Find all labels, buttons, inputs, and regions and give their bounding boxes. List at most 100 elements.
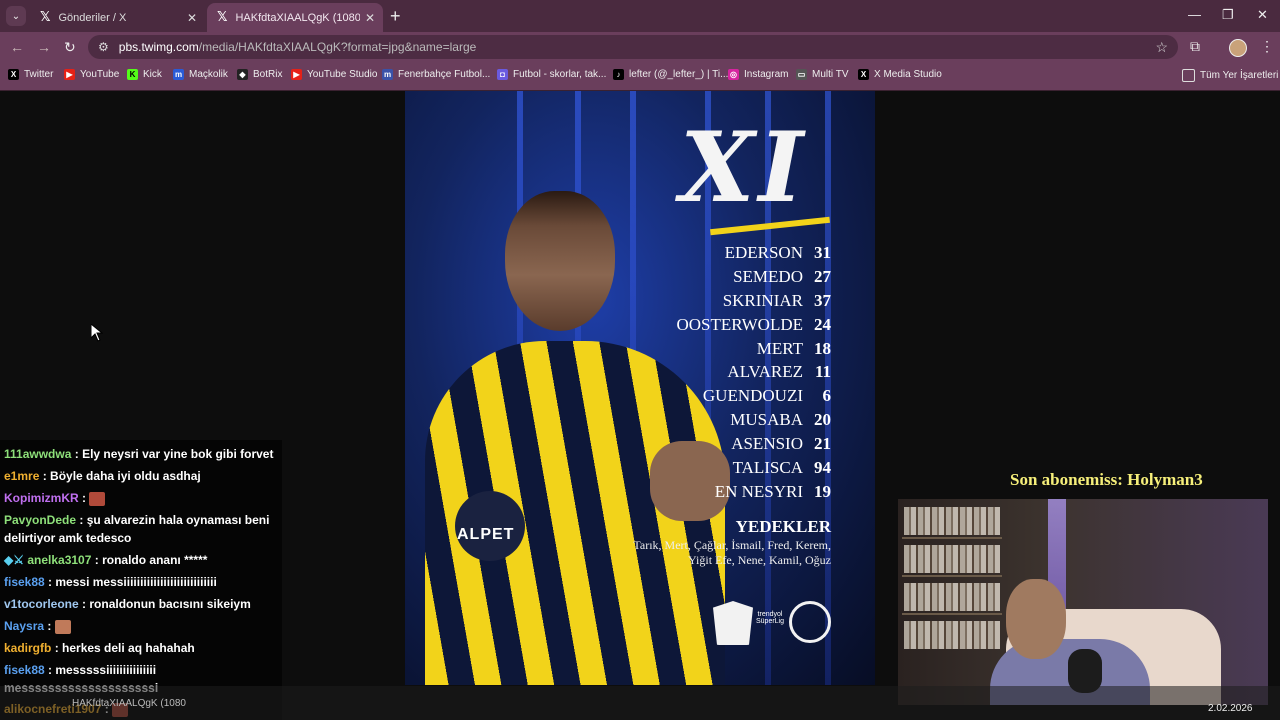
chat-message: fisek88 : messi messiiiiiiiiiiiiiiiiiiii… — [4, 575, 217, 589]
x-icon: X — [8, 69, 19, 80]
forward-button[interactable]: → — [37, 39, 51, 55]
taskbar — [0, 686, 1280, 720]
bookshelf — [904, 545, 1000, 573]
tab-media-image[interactable]: 𝕏 HAKfdtaXIAALQgK (1080×1350 ✕ — [207, 3, 383, 32]
chat-message: 111awwdwa : Ely neysri var yine bok gibi… — [4, 447, 274, 461]
lineup-row: TALISCA 94 — [732, 458, 831, 478]
tiktok-icon: ♪ — [613, 69, 624, 80]
bookshelf — [904, 621, 1000, 649]
x-logo-icon: 𝕏 — [217, 10, 228, 25]
mackolik-icon: m — [173, 69, 184, 80]
emote-icon — [54, 619, 71, 634]
league-logo-text: trendyol SüperLig — [755, 611, 785, 625]
shelf-line — [902, 575, 1002, 577]
club-crest-icon — [713, 601, 753, 645]
close-window-button[interactable]: ✕ — [1257, 7, 1268, 23]
lineup-row: OOSTERWOLDE 24 — [676, 314, 831, 334]
lineup-row: EN NESYRI 19 — [714, 481, 831, 501]
chat-message: kadirgfb : herkes deli aq hahahah — [4, 641, 195, 655]
x-logo-icon: 𝕏 — [40, 10, 51, 25]
back-button[interactable]: ← — [10, 39, 24, 55]
chat-message: fisek88 : messsssiiiiiiiiiiiiiii — [4, 663, 157, 677]
last-subscriber-text: Son abonemiss: Holyman3 — [1010, 470, 1203, 489]
lineup-row: MUSABA 20 — [730, 410, 831, 430]
bookmark-multitv[interactable]: ▭ Multi TV — [796, 69, 849, 80]
bookmarks-bar: X Twitter ▶ YouTube K Kick m Maçkolik ◆ BotRi… — [0, 62, 1280, 91]
tab-strip: ⌄ 𝕏 Gönderiler / X ✕ 𝕏 HAKfdtaXIAALQgK (… — [0, 0, 1280, 32]
all-bookmarks[interactable]: Tüm Yer İşaretleri — [1182, 69, 1278, 82]
url-host: pbs.twimg.com — [118, 40, 199, 54]
minimize-button[interactable]: — — [1188, 7, 1201, 22]
emote-icon — [89, 491, 106, 506]
bookmark-fenerbahce[interactable]: m Fenerbahçe Futbol... — [382, 69, 490, 80]
lineup-poster-image[interactable]: ALPET XI EDERSON 31 SEMEDO 27 SKRINIAR 37 O… — [405, 91, 875, 685]
badge-icon: ◆⚔ — [4, 553, 24, 567]
substitutes-title: YEDEKLER — [735, 517, 831, 536]
webcam-feed — [898, 499, 1268, 705]
close-tab-icon[interactable]: ✕ — [365, 11, 375, 25]
menu-icon[interactable]: ⋮ — [1260, 38, 1274, 55]
lineup-row: SKRINIAR 37 — [722, 290, 831, 310]
tab-search-button[interactable]: ⌄ — [6, 6, 26, 26]
tab-label: HAKfdtaXIAALQgK (1080×1350 — [235, 11, 361, 24]
chat-message: PavyonDede : şu alvarezin hala oynaması … — [4, 513, 270, 527]
bookmark-youtube[interactable]: ▶ YouTube — [64, 69, 119, 80]
tab-label: Gönderiler / X — [58, 11, 127, 24]
chat-message: e1mre : Böyle daha iyi oldu asdhaj — [4, 469, 201, 483]
chevron-down-icon: ⌄ — [11, 10, 21, 22]
bookmark-kick[interactable]: K Kick — [127, 69, 162, 80]
bookmark-instagram[interactable]: ◎ Instagram — [728, 69, 788, 80]
bookmark-mackolik[interactable]: m Maçkolik — [173, 69, 228, 80]
restore-button[interactable]: ❐ — [1222, 7, 1234, 23]
tab-gonderiler[interactable]: 𝕏 Gönderiler / X ✕ — [30, 3, 205, 32]
lineup-row: ASENSIO 21 — [731, 434, 831, 454]
bookmark-futbol[interactable]: ◘ Futbol - skorlar, tak... — [497, 69, 606, 80]
url-path: /media/HAKfdtaXIAALQgK?format=jpg&name=l… — [198, 40, 477, 54]
site-info-icon[interactable]: ⚙ — [98, 40, 109, 54]
instagram-icon: ◎ — [728, 69, 739, 80]
lineup-row: ALVAREZ 11 — [727, 362, 831, 382]
bookshelf — [904, 507, 1000, 535]
stream-chat: 111awwdwa : Ely neysri var yine bok gibi… — [0, 440, 282, 720]
chat-message: delirtiyor amk tedesco — [4, 531, 132, 545]
lineup-row: GUENDOUZI 6 — [702, 386, 831, 406]
lineup-row: EDERSON 31 — [724, 243, 831, 262]
bookmark-youtube-studio[interactable]: ▶ YouTube Studio — [291, 69, 377, 80]
taskbar-date: 2.02.2026 — [1208, 703, 1253, 714]
mouse-cursor-icon — [91, 324, 103, 342]
substitutes-list: Tarık, Mert, Çağlar, İsmail, Fred, Kerem… — [633, 538, 831, 567]
close-tab-icon[interactable]: ✕ — [187, 11, 197, 25]
avatar[interactable] — [1229, 39, 1247, 57]
address-bar[interactable]: ⚙ pbs.twimg.com/media/HAKfdtaXIAALQgK?fo… — [88, 35, 1178, 59]
youtube-icon: ▶ — [64, 69, 75, 80]
chat-message: ◆⚔ anelka3107 : ronaldo ananı ***** — [4, 553, 208, 567]
lineup-row: SEMEDO 27 — [733, 266, 831, 286]
reload-button[interactable]: ↻ — [64, 39, 76, 56]
streamer-head — [1006, 579, 1066, 659]
bookmark-star-icon[interactable]: ☆ — [1155, 39, 1168, 56]
multitv-icon: ▭ — [796, 69, 807, 80]
bookmark-botrix[interactable]: ◆ BotRix — [237, 69, 282, 80]
lineup-row: MERT 18 — [756, 338, 831, 358]
player-head — [505, 191, 615, 331]
chat-message: Naysra : — [4, 619, 71, 634]
x-icon: X — [858, 69, 869, 80]
fenerbahce-icon: m — [382, 69, 393, 80]
folder-icon — [1182, 69, 1195, 82]
chat-message: KopimizmKR : — [4, 491, 106, 506]
chat-message: v1tocorleone : ronaldonun bacısını sikei… — [4, 597, 251, 611]
shelf-line — [902, 537, 1002, 539]
kick-icon: K — [127, 69, 138, 80]
botrix-icon: ◆ — [237, 69, 248, 80]
fenerbahce-crest-icon — [789, 601, 831, 643]
new-tab-button[interactable]: + — [390, 6, 401, 27]
youtube-icon: ▶ — [291, 69, 302, 80]
bookmark-tiktok[interactable]: ♪ lefter (@_lefter_) | Ti... — [613, 69, 728, 80]
bookmark-x-media-studio[interactable]: XX Media Studio — [858, 69, 942, 80]
bookmark-twitter[interactable]: X Twitter — [8, 69, 53, 80]
taskbar-window-label[interactable]: HAKfdtaXIAALQgK (1080 — [72, 698, 186, 709]
extensions-icon[interactable]: ⧉ — [1190, 38, 1200, 55]
bookshelf — [904, 583, 1000, 611]
poster-title: XI — [680, 111, 808, 224]
toolbar: ← → ↻ ⚙ pbs.twimg.com/media/HAKfdtaXIAAL… — [0, 32, 1280, 62]
